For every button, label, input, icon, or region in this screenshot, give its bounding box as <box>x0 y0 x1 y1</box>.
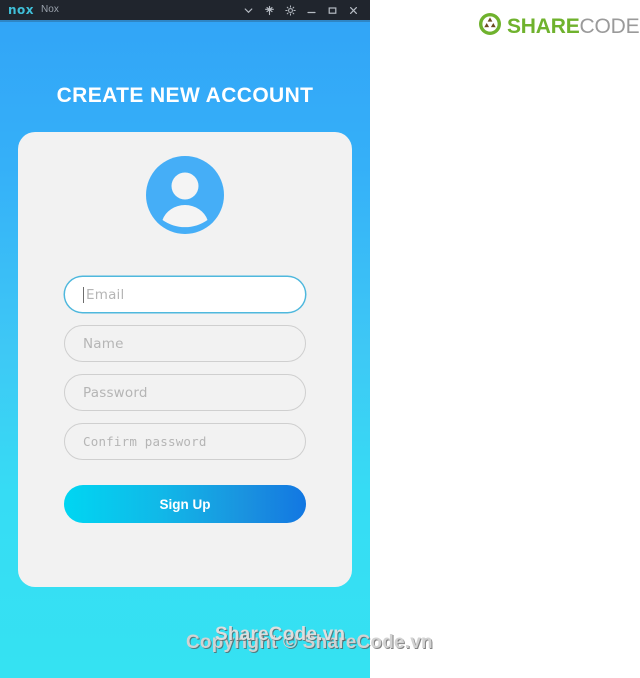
confirm-password-placeholder: Confirm password <box>83 434 207 449</box>
email-field[interactable]: Email <box>64 276 306 313</box>
brand-code-text: CODE <box>579 15 640 38</box>
nox-emulator-window: nox Nox CREATE NEW ACCOUNT Email Name Pa… <box>0 0 370 678</box>
brand-text: SHARECODE.vn <box>507 16 640 37</box>
window-controls <box>238 0 364 20</box>
sign-up-button[interactable]: Sign Up <box>64 485 306 523</box>
confirm-password-field[interactable]: Confirm password <box>64 423 306 460</box>
password-placeholder: Password <box>83 384 148 401</box>
page-title: CREATE NEW ACCOUNT <box>56 84 314 107</box>
phone-screen: CREATE NEW ACCOUNT Email Name Password C… <box>0 22 370 678</box>
signup-card: Email Name Password Confirm password Sig… <box>18 132 352 587</box>
name-field[interactable]: Name <box>64 325 306 362</box>
pin-icon[interactable] <box>259 0 280 20</box>
brand-share-text: SHARE <box>507 15 580 38</box>
email-placeholder: Email <box>86 286 125 303</box>
close-icon[interactable] <box>343 0 364 20</box>
gear-icon[interactable] <box>280 0 301 20</box>
chevron-down-icon[interactable] <box>238 0 259 20</box>
window-title-bar: nox Nox <box>0 0 370 22</box>
sharecode-brand-logo: SHARECODE.vn <box>478 12 640 41</box>
password-field[interactable]: Password <box>64 374 306 411</box>
name-placeholder: Name <box>83 335 124 352</box>
text-caret <box>83 286 84 303</box>
minimize-icon[interactable] <box>301 0 322 20</box>
user-avatar-icon <box>144 154 226 236</box>
nox-logo: nox <box>8 3 35 17</box>
maximize-icon[interactable] <box>322 0 343 20</box>
recycle-logo-icon <box>478 12 502 41</box>
window-title-text: Nox <box>41 4 59 15</box>
